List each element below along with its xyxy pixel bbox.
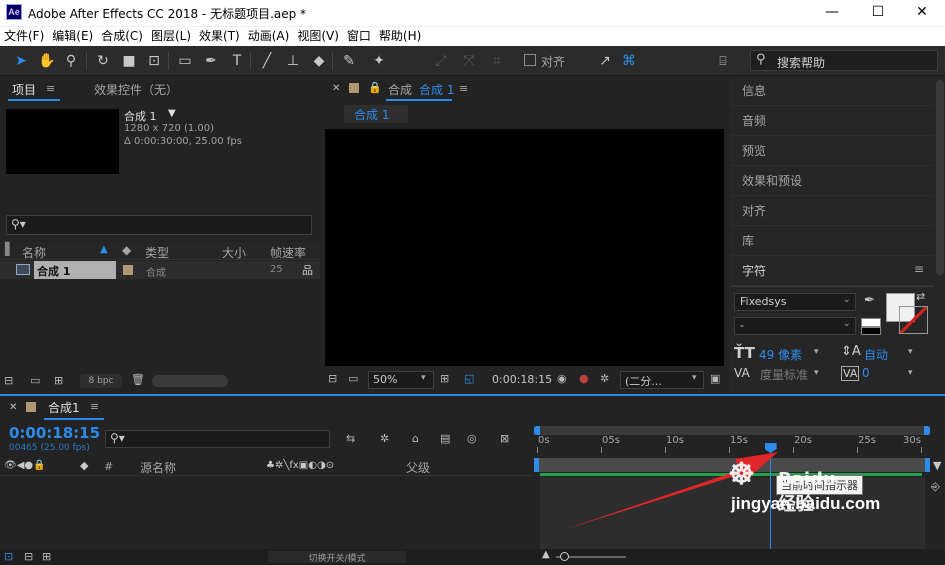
baidu-paw-icon: ☸ xyxy=(728,458,755,491)
baidu-logo: ☸ Baidu 经验 xyxy=(728,457,840,515)
watermark-site: jingyan.baidu.com xyxy=(731,494,881,513)
